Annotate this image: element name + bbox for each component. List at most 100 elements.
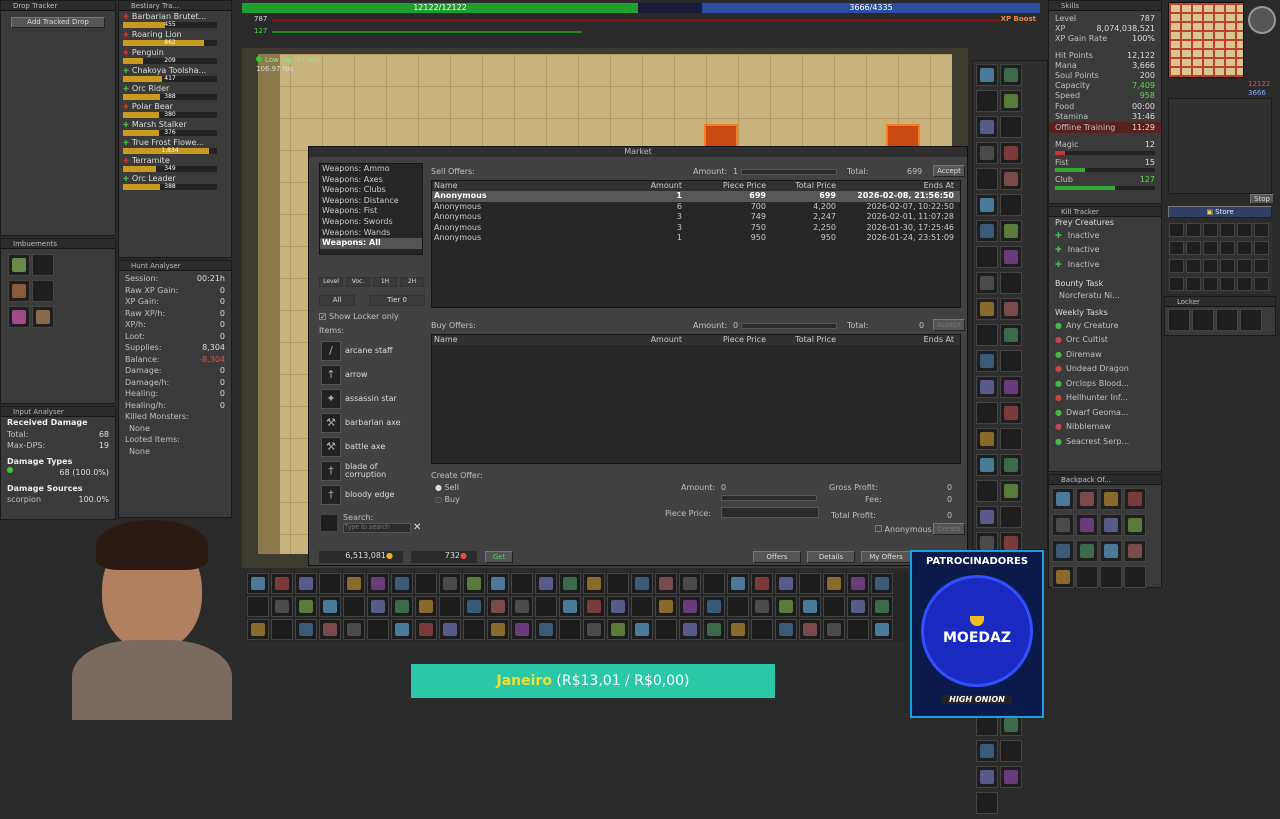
equipment-slot[interactable]: [1000, 90, 1022, 112]
action-slot[interactable]: [607, 596, 629, 617]
bestiary-entry[interactable]: ✚ Orc Rider 388: [119, 83, 231, 100]
control-button[interactable]: [1186, 223, 1201, 237]
action-slot[interactable]: [823, 596, 845, 617]
action-slot[interactable]: [415, 573, 437, 594]
market-item[interactable]: ✦ assassin star: [319, 387, 423, 411]
control-button[interactable]: [1169, 241, 1184, 255]
bestiary-entry[interactable]: ✚ Chakoya Toolsha... 417: [119, 65, 231, 82]
action-slot[interactable]: [631, 573, 653, 594]
bestiary-entry[interactable]: ✚ Penguin 209: [119, 47, 231, 64]
weekly-task-item[interactable]: ● Orclops Blood...: [1049, 377, 1161, 392]
weekly-task-item[interactable]: ● Hellhunter Inf...: [1049, 391, 1161, 406]
prey-item[interactable]: ✚ Inactive: [1049, 258, 1161, 273]
create-offer-button[interactable]: Create: [933, 523, 965, 535]
control-button[interactable]: [1169, 259, 1184, 273]
column-header[interactable]: Amount: [594, 181, 682, 191]
control-button[interactable]: [1186, 277, 1201, 291]
action-slot[interactable]: [727, 573, 749, 594]
bestiary-entry[interactable]: ✚ Orc Leader 388: [119, 173, 231, 190]
stop-button[interactable]: Stop: [1250, 194, 1274, 204]
backpack-slot[interactable]: [1124, 514, 1146, 536]
action-slot[interactable]: [559, 619, 581, 640]
backpack-slot[interactable]: [1076, 514, 1098, 536]
offers-button[interactable]: Offers: [753, 551, 801, 563]
get-coins-button[interactable]: Get: [485, 551, 513, 563]
imbuement-slot[interactable]: [32, 280, 54, 302]
clear-search-icon[interactable]: ✕: [413, 522, 421, 533]
backpack-slot[interactable]: [1052, 488, 1074, 510]
backpack-slot[interactable]: [1124, 566, 1146, 588]
equipment-slot[interactable]: [976, 454, 998, 476]
equipment-slot[interactable]: [976, 194, 998, 216]
equipment-slot[interactable]: [1000, 220, 1022, 242]
minimap[interactable]: [1168, 2, 1244, 78]
create-amount-slider[interactable]: [721, 495, 817, 501]
market-item[interactable]: ⚒ battle axe: [319, 435, 423, 459]
action-slot[interactable]: [271, 573, 293, 594]
action-slot[interactable]: [391, 596, 413, 617]
action-slot[interactable]: [415, 619, 437, 640]
control-button[interactable]: [1203, 223, 1218, 237]
weekly-task-item[interactable]: ● Dwarf Geoma...: [1049, 406, 1161, 421]
action-slot[interactable]: [295, 573, 317, 594]
action-slot[interactable]: [679, 573, 701, 594]
action-slot[interactable]: [439, 573, 461, 594]
control-button[interactable]: [1254, 259, 1269, 273]
weekly-task-item[interactable]: ● Seacrest Serp...: [1049, 435, 1161, 450]
equipment-slot[interactable]: [976, 298, 998, 320]
equipment-slot[interactable]: [1000, 168, 1022, 190]
bestiary-entry[interactable]: ✚ Polar Bear 380: [119, 101, 231, 118]
action-slot[interactable]: [559, 573, 581, 594]
equipment-slot[interactable]: [1000, 298, 1022, 320]
action-slot[interactable]: [463, 619, 485, 640]
bestiary-entry[interactable]: ✚ Terramite 349: [119, 155, 231, 172]
sell-offers-table[interactable]: Name Amount Piece Price Total Price Ends At …: [431, 180, 961, 308]
imbuement-slot[interactable]: [8, 306, 30, 328]
equipment-slot[interactable]: [976, 428, 998, 450]
filter-button[interactable]: Level: [319, 277, 343, 287]
action-slot[interactable]: [439, 596, 461, 617]
action-slot[interactable]: [823, 573, 845, 594]
equipment-slot[interactable]: [1000, 506, 1022, 528]
equipment-slot[interactable]: [1000, 454, 1022, 476]
action-slot[interactable]: [463, 573, 485, 594]
action-slot[interactable]: [343, 596, 365, 617]
column-header[interactable]: Piece Price: [682, 335, 766, 345]
action-slot[interactable]: [487, 573, 509, 594]
backpack-slot[interactable]: [1076, 540, 1098, 562]
action-slot[interactable]: [511, 619, 533, 640]
sell-offer-row[interactable]: Anonymous 3 749 2,247 2026-02-01, 11:07:28: [432, 212, 960, 223]
sell-offer-row[interactable]: Anonymous 1 950 950 2026-01-24, 23:51:09: [432, 233, 960, 244]
action-slot[interactable]: [511, 596, 533, 617]
equipment-slot[interactable]: [976, 506, 998, 528]
action-slot[interactable]: [271, 619, 293, 640]
sell-amount-slider[interactable]: [741, 169, 837, 175]
filter-tier-dropdown[interactable]: Tier 0: [369, 295, 425, 306]
backpack-slot[interactable]: [1100, 540, 1122, 562]
sell-offer-row[interactable]: Anonymous 3 750 2,250 2026-01-30, 17:25:46: [432, 223, 960, 234]
backpack-slot[interactable]: [1076, 566, 1098, 588]
backpack-slot[interactable]: [1052, 566, 1074, 588]
action-slot[interactable]: [367, 619, 389, 640]
category-item[interactable]: Weapons: Swords: [320, 217, 422, 228]
column-header[interactable]: Piece Price: [682, 181, 766, 191]
accept-sell-button[interactable]: Accept: [933, 165, 965, 177]
control-button[interactable]: [1237, 223, 1252, 237]
buy-offers-table[interactable]: Name Amount Piece Price Total Price Ends At: [431, 334, 961, 464]
checkbox-icon[interactable]: ✓: [319, 313, 326, 321]
control-button[interactable]: [1203, 259, 1218, 273]
column-header[interactable]: Name: [432, 335, 594, 345]
bestiary-entry[interactable]: ✚ Roaring Lion 862: [119, 29, 231, 46]
item-list[interactable]: / arcane staff ↑ arrow ✦ assassin star ⚒ barbar…: [319, 339, 423, 509]
column-header[interactable]: Ends At: [836, 335, 956, 345]
action-slot[interactable]: [607, 619, 629, 640]
anonymous-toggle[interactable]: Anonymous: [875, 525, 932, 534]
action-slot[interactable]: [727, 596, 749, 617]
bestiary-entry[interactable]: ✚ True Frost Flowe... 1,834: [119, 137, 231, 154]
locker-slot[interactable]: [1240, 309, 1262, 331]
control-button[interactable]: [1254, 277, 1269, 291]
action-slot[interactable]: [847, 573, 869, 594]
category-item[interactable]: Weapons: Ammo: [320, 164, 422, 175]
action-slot[interactable]: [727, 619, 749, 640]
action-slot[interactable]: [319, 596, 341, 617]
